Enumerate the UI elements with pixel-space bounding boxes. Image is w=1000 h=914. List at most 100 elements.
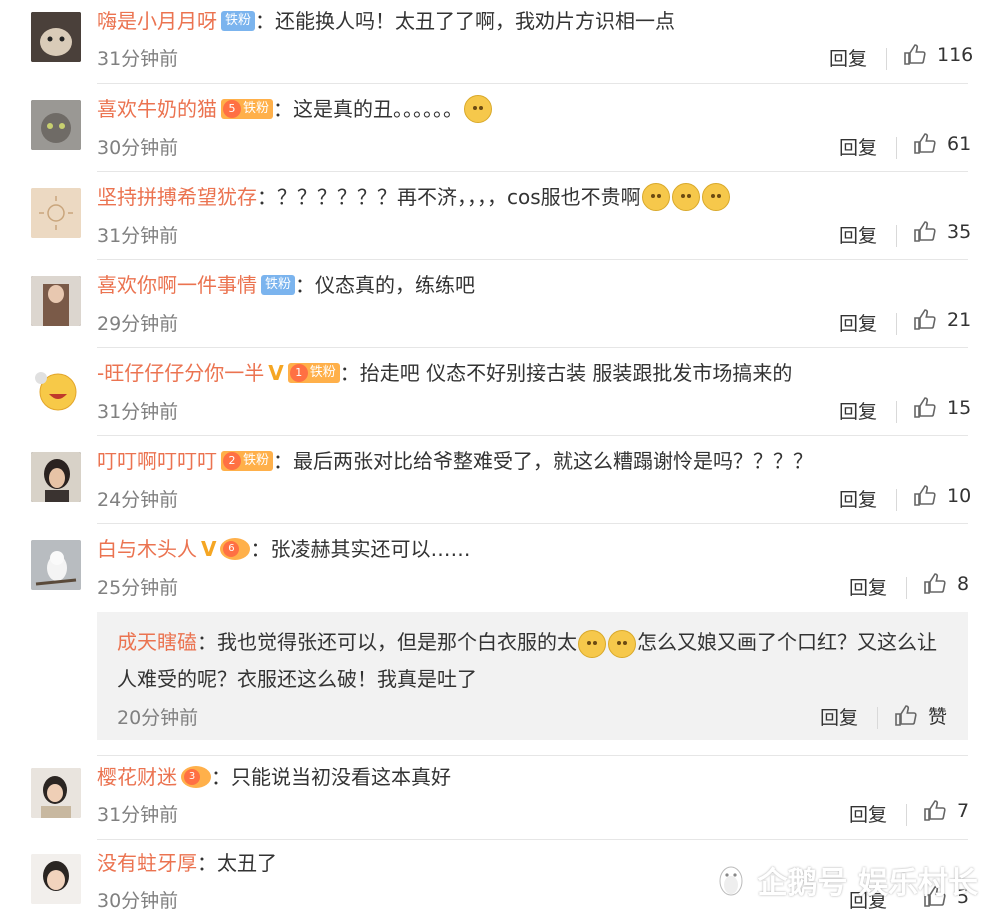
like-button[interactable]: 7: [923, 799, 969, 823]
avatar[interactable]: [31, 12, 81, 62]
comment-time: 31分钟前: [97, 48, 179, 70]
comment-time: 30分钟前: [97, 137, 179, 159]
thumbs-up-icon: [904, 44, 926, 65]
comment-item: 喜欢牛奶的猫 5 铁粉 ：这是真的丑。。。。。。 30分钟前 回复 61: [0, 84, 1000, 172]
comment-text: ：我也觉得张还可以，但是那个白衣服的太: [197, 630, 577, 654]
comment-author[interactable]: 喜欢你啊一件事情: [97, 270, 257, 300]
reply-button[interactable]: 回复: [829, 44, 867, 71]
thumbs-up-icon: [895, 704, 917, 726]
comment-item: 嗨是小月月呀 铁粉 ：还能换人吗！太丑了了啊，我劝片方识相一点 31分钟前 回复…: [0, 0, 1000, 84]
avatar[interactable]: [31, 854, 81, 904]
fan-level-badge[interactable]: 3: [181, 766, 211, 788]
sub-reply: 成天瞎磕：我也觉得张还可以，但是那个白衣服的太 怎么又娘又画了个口红？又这么让人难…: [97, 612, 968, 740]
watermark: 企鹅号 娱乐村长: [714, 858, 978, 902]
avatar[interactable]: [31, 188, 81, 238]
fan-level-badge[interactable]: 1 铁粉: [287, 363, 340, 383]
iron-fan-badge[interactable]: 铁粉: [221, 11, 256, 31]
verified-icon: V: [201, 537, 217, 561]
comment-item: 樱花财迷 3 ：只能说当初没看这本真好 31分钟前 回复 7: [0, 756, 1000, 840]
like-count: 116: [937, 44, 974, 66]
divider: [896, 225, 897, 247]
divider: [886, 48, 887, 70]
like-button[interactable]: 61: [913, 132, 971, 156]
comment-text: ：仪态真的，练练吧: [295, 273, 476, 297]
emoji-icon: [671, 183, 700, 211]
divider: [877, 707, 878, 729]
emoji-icon: [464, 95, 493, 123]
divider: [896, 489, 897, 511]
comment-time: 29分钟前: [97, 313, 179, 335]
like-count: 7: [957, 800, 970, 822]
fan-level-badge[interactable]: 5 铁粉: [221, 99, 274, 119]
like-label: 赞: [928, 706, 948, 728]
reply-button[interactable]: 回复: [839, 397, 877, 424]
like-count: 10: [947, 485, 972, 507]
reply-button[interactable]: 回复: [849, 800, 887, 827]
fan-level-badge[interactable]: 2 铁粉: [221, 451, 274, 471]
comment-item: 喜欢你啊一件事情 铁粉 ：仪态真的，练练吧 29分钟前 回复 21: [0, 260, 1000, 348]
like-button[interactable]: 15: [913, 396, 971, 420]
comment-text: ：张凌赫其实还可以……: [250, 537, 471, 561]
comment-author[interactable]: 喜欢牛奶的猫: [97, 94, 217, 124]
comment-text: ：只能说当初没看这本真好: [211, 765, 451, 789]
comment-author[interactable]: -旺仔仔仔分你一半: [97, 358, 264, 388]
comment-text: ：抬走吧 仪态不好别接古装 服装跟批发市场搞来的: [339, 361, 793, 385]
like-count: 21: [947, 309, 972, 331]
comment-text: ：这是真的丑。。。。。。: [273, 97, 464, 121]
thumbs-up-icon: [914, 485, 936, 506]
like-button[interactable]: 10: [913, 484, 971, 508]
emoji-icon: [578, 629, 606, 658]
like-button[interactable]: 8: [923, 572, 969, 596]
avatar[interactable]: [31, 452, 81, 502]
comment-time: 30分钟前: [97, 890, 179, 912]
crown-icon: 3: [184, 769, 200, 785]
avatar[interactable]: [31, 768, 81, 818]
like-count: 35: [947, 221, 972, 243]
comment-author[interactable]: 嗨是小月月呀: [97, 6, 217, 36]
like-button[interactable]: 21: [913, 308, 971, 332]
iron-fan-badge[interactable]: 铁粉: [261, 275, 296, 295]
divider: [906, 804, 907, 826]
fan-level-badge[interactable]: 6: [220, 538, 251, 560]
watermark-text: 企鹅号 娱乐村长: [757, 866, 978, 901]
comment-text: ：？？？？？？再不济，，，，cos服也不贵啊: [257, 185, 641, 209]
reply-button[interactable]: 回复: [839, 221, 877, 248]
reply-button[interactable]: 回复: [839, 133, 877, 160]
crown-icon: 2: [223, 452, 241, 470]
thumbs-up-icon: [914, 221, 936, 242]
reply-button[interactable]: 回复: [839, 309, 877, 336]
reply-button[interactable]: 回复: [839, 485, 877, 512]
crown-icon: 6: [223, 541, 240, 557]
thumbs-up-icon: [914, 397, 936, 418]
comment-time: 31分钟前: [97, 225, 179, 247]
comment-author[interactable]: 没有蛀牙厚: [97, 848, 197, 878]
verified-icon: V: [268, 361, 284, 385]
avatar[interactable]: [31, 364, 81, 414]
comment-item: 叮叮啊叮叮叮 2 铁粉 ：最后两张对比给爷整难受了，就这么糟蹋谢怜是吗？？？？ …: [0, 436, 1000, 524]
crown-icon: 5: [223, 100, 241, 118]
divider: [906, 577, 907, 599]
comment-author[interactable]: 叮叮啊叮叮叮: [97, 446, 217, 476]
comment-author[interactable]: 坚持拼搏希望犹存: [97, 182, 257, 212]
avatar[interactable]: [31, 540, 81, 590]
comment-item: 坚持拼搏希望犹存 ：？？？？？？再不济，，，，cos服也不贵啊 31分钟前 回复…: [0, 172, 1000, 260]
reply-button[interactable]: 回复: [849, 573, 887, 600]
divider: [896, 401, 897, 423]
comment-author[interactable]: 樱花财迷: [97, 762, 177, 792]
emoji-icon: [641, 183, 670, 211]
comment-text: ：太丑了: [197, 851, 277, 875]
like-count: 15: [947, 397, 972, 419]
emoji-icon: [608, 629, 636, 658]
reply-button[interactable]: 回复: [820, 703, 858, 730]
thumbs-up-icon: [914, 309, 936, 330]
divider: [896, 313, 897, 335]
like-button[interactable]: 35: [913, 220, 971, 244]
avatar[interactable]: [31, 276, 81, 326]
avatar[interactable]: [31, 100, 81, 150]
like-button[interactable]: 赞: [894, 702, 947, 729]
like-count: 8: [957, 573, 970, 595]
comment-author[interactable]: 白与木头人: [97, 534, 197, 564]
comment-author[interactable]: 成天瞎磕: [117, 630, 197, 654]
thumbs-up-icon: [914, 133, 936, 154]
like-button[interactable]: 116: [903, 43, 973, 67]
